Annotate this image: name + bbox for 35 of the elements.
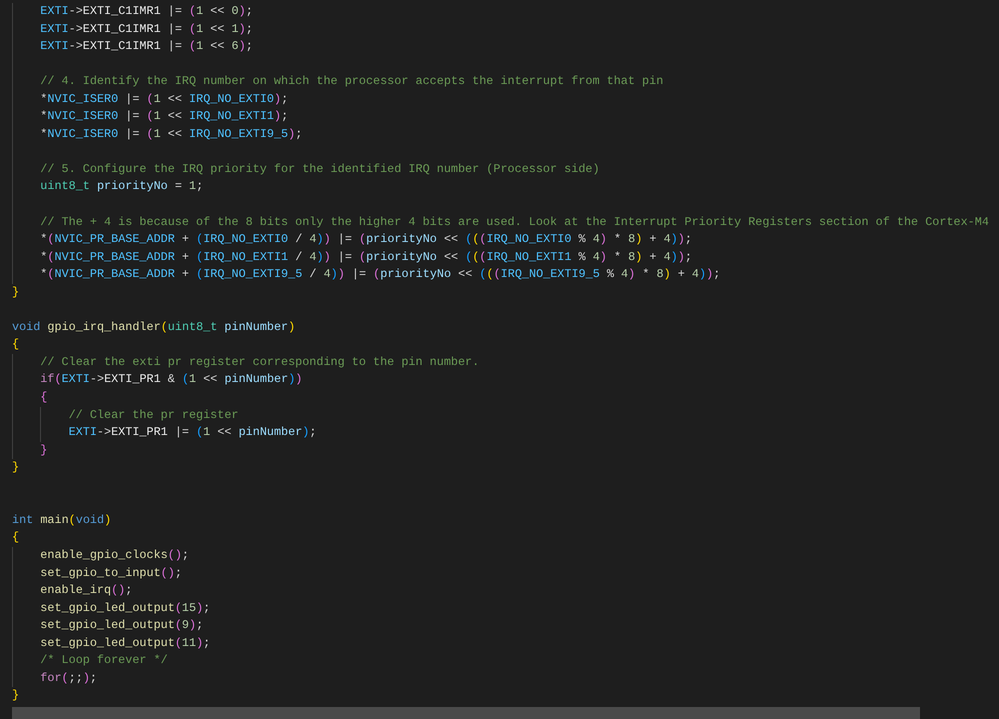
code-line: EXTI->EXTI_PR1 |= (1 << pinNumber);	[68, 424, 316, 442]
code-line: {	[12, 336, 20, 354]
code-line: {	[40, 389, 48, 406]
code-line: *(NVIC_PR_BASE_ADDR + (IRQ_NO_EXTI9_5 / 4)) |= (priorityNo << (((IRQ_NO_EXTI9_5 % 4) * 8) + 4));	[40, 266, 720, 284]
code-line: {	[12, 529, 20, 546]
code-line: enable_gpio_clocks();	[40, 546, 189, 564]
code-line: *(NVIC_PR_BASE_ADDR + (IRQ_NO_EXTI1 / 4)) |= (priorityNo << (((IRQ_NO_EXTI1 % 4) * 8) + 4));	[40, 248, 692, 266]
code-line: void gpio_irq_handler(uint8_t pinNumber)	[12, 318, 296, 336]
code-line: uint8_t priorityNo = 1;	[40, 178, 204, 196]
code-line: }	[12, 459, 20, 476]
code-line: if(EXTI->EXTI_PR1 & (1 << pinNumber))	[40, 371, 302, 388]
code-line: /* Loop forever */	[40, 652, 168, 670]
code-line: }	[12, 284, 20, 301]
code-line: // 5. Configure the IRQ priority for the identified IRQ number (Processor side)	[40, 160, 600, 178]
code-line: set_gpio_led_output(9);	[40, 617, 204, 634]
code-line: *(NVIC_PR_BASE_ADDR + (IRQ_NO_EXTI0 / 4)) |= (priorityNo << (((IRQ_NO_EXTI0 % 4) * 8) + 4));	[40, 231, 692, 248]
code-line: *NVIC_ISER0 |= (1 << IRQ_NO_EXTI0);	[40, 90, 288, 108]
code-line: }	[40, 442, 48, 459]
horizontal-scrollbar[interactable]	[12, 707, 920, 719]
code-line: EXTI->EXTI_C1IMR1 |= (1 << 0);	[40, 3, 253, 20]
code-line: set_gpio_led_output(11);	[40, 634, 210, 652]
code-line: for(;;);	[40, 670, 97, 687]
code-line: // The + 4 is because of the 8 bits only the higher 4 bits are used. Look at the Interrupt Priority Registers section of the Cortex-M4	[40, 214, 989, 231]
code-line: *NVIC_ISER0 |= (1 << IRQ_NO_EXTI1);	[40, 108, 288, 126]
code-line: }	[12, 687, 20, 704]
code-line: enable_irq();	[40, 582, 132, 600]
code-line: // Clear the pr register	[68, 406, 238, 424]
code-line: // 4. Identify the IRQ number on which the processor accepts the interrupt from that pin	[40, 73, 664, 90]
code-line: *NVIC_ISER0 |= (1 << IRQ_NO_EXTI9_5);	[40, 126, 302, 143]
code-line: // Clear the exti pr register corresponding to the pin number.	[40, 354, 480, 371]
code-line: set_gpio_to_input();	[40, 564, 182, 582]
code-line: EXTI->EXTI_C1IMR1 |= (1 << 1);	[40, 20, 253, 38]
code-line: int main(void)	[12, 512, 112, 529]
code-line: EXTI->EXTI_C1IMR1 |= (1 << 6);	[40, 38, 253, 56]
code-line: set_gpio_led_output(15);	[40, 600, 210, 617]
